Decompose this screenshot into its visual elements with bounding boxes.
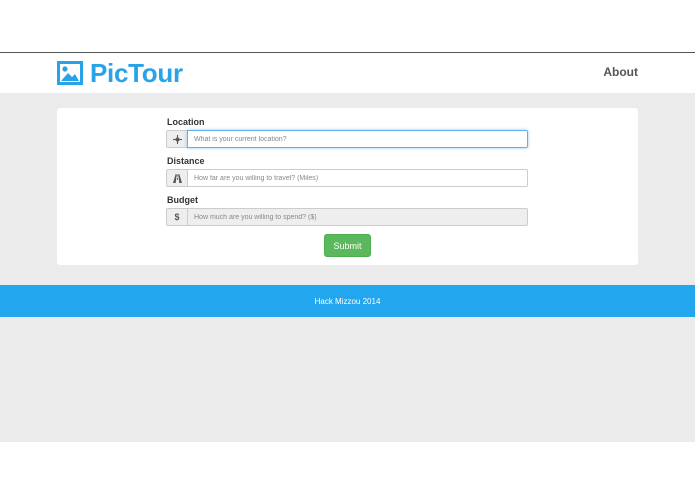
top-blank-area [0, 0, 695, 52]
brand-logo-link[interactable]: PicTour [57, 57, 183, 88]
distance-input-group [166, 169, 528, 187]
navbar: PicTour About [0, 53, 695, 93]
dollar-icon: $ [166, 208, 187, 226]
location-input-group [166, 130, 528, 148]
footer-text: Hack Mizzou 2014 [314, 296, 381, 306]
distance-label: Distance [167, 156, 205, 166]
budget-input-group: $ [166, 208, 528, 226]
location-input[interactable] [187, 130, 528, 148]
footer: Hack Mizzou 2014 [0, 285, 695, 317]
crosshair-icon [166, 130, 187, 148]
brand-name: PicTour [90, 57, 183, 88]
submit-button[interactable]: Submit [324, 234, 371, 257]
picture-icon [57, 61, 83, 85]
budget-label: Budget [167, 195, 198, 205]
road-icon [166, 169, 187, 187]
nav-link-about[interactable]: About [603, 65, 638, 79]
location-label: Location [167, 117, 205, 127]
distance-input[interactable] [187, 169, 528, 187]
budget-input[interactable] [187, 208, 528, 226]
